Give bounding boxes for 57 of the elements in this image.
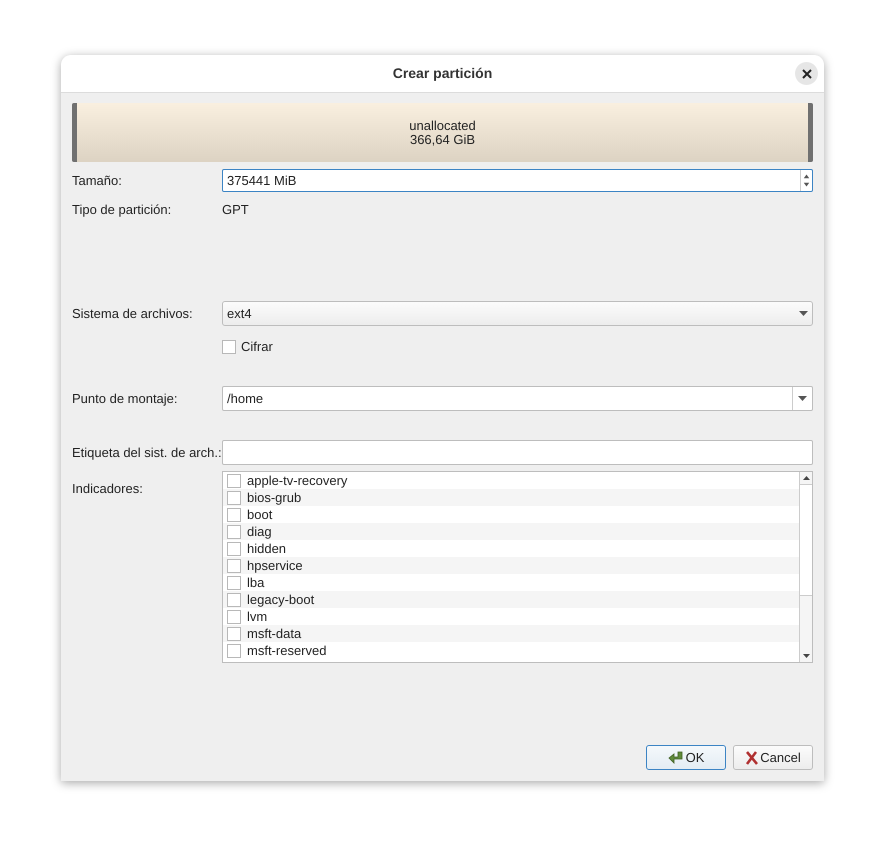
filesystem-dropdown[interactable]: ext4 [222, 301, 813, 326]
checkbox[interactable] [227, 576, 241, 590]
partition-size: 366,64 GiB [410, 132, 476, 146]
field-label: Punto de montaje: [72, 390, 179, 408]
flag-name: lba [247, 574, 264, 592]
partition-type-value: GPT [222, 201, 249, 220]
checkbox[interactable] [227, 508, 241, 522]
field-label: Indicadores: [72, 480, 144, 498]
checkbox[interactable] [227, 474, 241, 488]
filesystem-value: ext4 [227, 304, 252, 323]
checkbox[interactable] [227, 592, 241, 606]
partition-name: unallocated [409, 118, 476, 132]
size-spinbox[interactable]: 375441 MiB [222, 169, 813, 192]
field-label: Sistema de archivos: [72, 304, 194, 323]
field-label: Etiqueta del sist. de arch.: [72, 444, 222, 462]
ok-button[interactable]: OK [646, 745, 726, 770]
checkbox[interactable] [222, 340, 236, 354]
flag-name: hidden [247, 540, 286, 558]
field-label: Tamaño: [72, 172, 123, 190]
window-title: Crear partición [392, 64, 492, 83]
size-value: 375441 MiB [226, 172, 298, 190]
checkbox[interactable] [227, 542, 241, 556]
return-arrow-icon [668, 750, 684, 764]
cross-icon [745, 750, 758, 764]
flag-name: hpservice [247, 556, 303, 575]
flag-name: boot [247, 506, 272, 524]
scrollbar-thumb[interactable] [800, 484, 812, 596]
flag-name: lvm [247, 608, 268, 626]
flag-item[interactable]: legacy-boot [223, 591, 799, 608]
checkbox[interactable] [227, 524, 241, 538]
checkbox[interactable] [227, 610, 241, 624]
close-button[interactable] [795, 62, 818, 85]
flag-name: msft-data [247, 624, 302, 643]
field-label: Tipo de partición: [72, 201, 172, 220]
mount-point-value: /home [226, 390, 264, 408]
close-icon [802, 68, 812, 78]
flag-item[interactable]: bios-grub [223, 489, 799, 506]
caret-icon [798, 396, 807, 401]
scrollbar[interactable] [799, 472, 812, 662]
cancel-button[interactable]: Cancel [733, 745, 813, 770]
flag-name: legacy-boot [247, 590, 314, 609]
flag-item[interactable]: msft-data [223, 625, 799, 642]
checkbox[interactable] [227, 558, 241, 572]
flag-name: bios-grub [247, 488, 302, 507]
flag-name: msft-reserved [247, 642, 326, 660]
label-input[interactable] [222, 440, 813, 465]
flag-item[interactable]: diag [223, 523, 799, 540]
flag-name: apple-tv-recovery [247, 472, 348, 490]
mount-point-combobox[interactable]: /home [222, 386, 813, 411]
flag-item[interactable]: hpservice [223, 557, 799, 574]
checkbox[interactable] [227, 626, 241, 640]
flag-name: diag [247, 522, 272, 541]
spin-arrows-icon[interactable] [800, 170, 812, 191]
checkbox[interactable] [227, 644, 241, 658]
checkbox-label: Cifrar [241, 338, 273, 356]
checkbox[interactable] [227, 490, 241, 504]
caret-icon [799, 311, 808, 316]
